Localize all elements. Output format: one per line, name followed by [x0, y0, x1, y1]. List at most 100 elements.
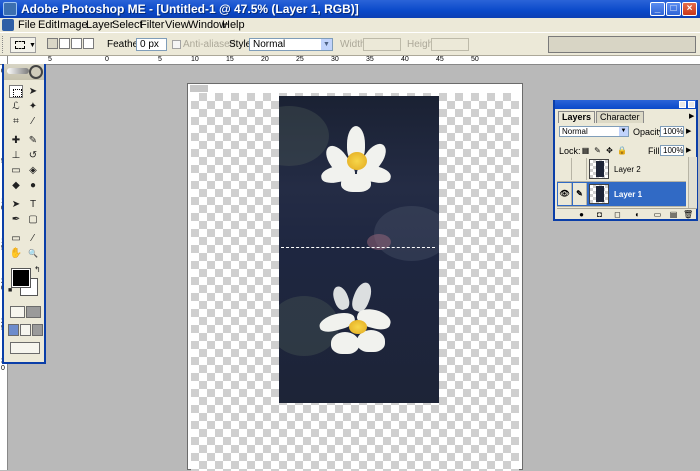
eyedropper-tool[interactable]: ⁄: [26, 232, 40, 245]
flower-center: [349, 320, 367, 334]
feather-input[interactable]: 0 px: [136, 38, 167, 51]
swap-colors-icon[interactable]: ↰: [34, 265, 41, 274]
brush-icon[interactable]: ✎: [573, 183, 587, 205]
standard-screen-mode-button[interactable]: [8, 324, 19, 336]
layers-scrollbar[interactable]: [688, 157, 697, 208]
path-selection-tool[interactable]: ➤: [9, 198, 23, 211]
lock-position-icon[interactable]: ✥: [605, 146, 614, 155]
flower-petal: [341, 174, 371, 192]
notes-tool[interactable]: ▭: [9, 232, 23, 245]
tab-layers[interactable]: Layers: [558, 111, 596, 123]
clone-stamp-tool[interactable]: ⊥: [9, 149, 23, 162]
blend-mode-select[interactable]: Normal ▼: [559, 126, 629, 137]
brush-tool[interactable]: ✎: [26, 134, 40, 147]
toolbox-header[interactable]: [4, 64, 44, 80]
healing-brush-tool[interactable]: ✚: [9, 134, 23, 147]
foreground-color-swatch[interactable]: [11, 268, 31, 288]
layer-row-layer-2[interactable]: Layer 2: [557, 157, 686, 182]
zoom-tool[interactable]: 🔍: [26, 247, 40, 260]
pen-tool[interactable]: ✒: [9, 213, 23, 226]
panel-menu-arrow-icon[interactable]: ▶: [689, 112, 694, 120]
layer-row-layer-1[interactable]: 👁 ✎ Layer 1: [557, 182, 686, 207]
layer-name[interactable]: Layer 1: [614, 190, 642, 200]
adjustment-layer-icon[interactable]: ◐: [633, 210, 642, 219]
layer-name[interactable]: Layer 2: [614, 165, 641, 175]
magic-wand-tool[interactable]: ✦: [26, 100, 40, 113]
slice-tool[interactable]: ⁄: [26, 115, 40, 128]
menu-file[interactable]: File: [16, 18, 38, 32]
move-tool[interactable]: ➤: [26, 85, 40, 98]
hand-tool[interactable]: ✋: [9, 247, 23, 260]
full-screen-mode-button[interactable]: [32, 324, 43, 336]
standard-mode-button[interactable]: [10, 306, 25, 318]
default-colors-icon[interactable]: ■: [8, 287, 12, 294]
quick-mask-button[interactable]: [26, 306, 41, 318]
trash-icon[interactable]: 🗑: [683, 210, 693, 219]
new-layer-icon[interactable]: ▭: [653, 210, 662, 219]
layer-style-icon[interactable]: ●: [577, 210, 586, 219]
new-layer-icon[interactable]: ▤: [669, 210, 678, 219]
blur-tool[interactable]: ◆: [9, 179, 23, 192]
opacity-slider-arrow-icon[interactable]: ▶: [686, 127, 691, 135]
ruler-label: 30: [331, 56, 339, 63]
lasso-tool[interactable]: ℒ: [9, 100, 23, 113]
width-input[interactable]: [363, 38, 401, 51]
history-brush-tool[interactable]: ↺: [26, 149, 40, 162]
antialias-checkbox[interactable]: [172, 40, 181, 49]
toolbox-panel: ➤ ℒ ✦ ⌗ ⁄ ✚ ✎ ⊥ ↺ ▭ ◈ ◆ ● ➤ T ✒ ▢ ▭ ⁄ ✋ …: [2, 64, 46, 364]
lock-transparency-icon[interactable]: ▦: [581, 146, 590, 155]
lock-image-icon[interactable]: ✎: [593, 146, 602, 155]
layer-link-toggle[interactable]: [573, 158, 587, 180]
eraser-tool[interactable]: ▭: [9, 164, 23, 177]
close-button[interactable]: ×: [682, 2, 697, 16]
type-tool[interactable]: T: [26, 198, 40, 211]
opacity-input[interactable]: 100%: [660, 126, 684, 137]
ruler-label: 50: [471, 56, 479, 63]
marquee-tool[interactable]: [9, 85, 23, 98]
new-set-icon[interactable]: ◻: [613, 210, 622, 219]
photoshop-app-icon[interactable]: [3, 2, 17, 16]
layer-visibility-toggle[interactable]: [558, 158, 572, 180]
eye-icon[interactable]: 👁: [558, 183, 572, 205]
height-input[interactable]: [431, 38, 469, 51]
dodge-tool[interactable]: ●: [26, 179, 40, 192]
shape-tool[interactable]: ▢: [26, 213, 40, 226]
ruler-label: 35: [366, 56, 374, 63]
paint-bucket-tool[interactable]: ◈: [26, 164, 40, 177]
ruler-label: 25: [296, 56, 304, 63]
layers-panel-titlebar[interactable]: [555, 100, 696, 109]
layer-mask-icon[interactable]: ◘: [595, 210, 604, 219]
full-screen-menu-mode-button[interactable]: [20, 324, 31, 336]
maximize-button[interactable]: □: [666, 2, 681, 16]
options-grip[interactable]: [2, 36, 6, 53]
blend-mode-value: Normal: [562, 127, 588, 136]
lily-pad: [374, 206, 439, 261]
subtract-selection-button[interactable]: [71, 38, 82, 49]
style-select[interactable]: Normal ▼: [249, 38, 333, 51]
jump-to-imageready-button[interactable]: [10, 342, 40, 354]
close-panel-icon[interactable]: [688, 101, 695, 108]
add-selection-button[interactable]: [59, 38, 70, 49]
minimize-panel-icon[interactable]: [679, 101, 686, 108]
lock-all-icon[interactable]: 🔒: [617, 146, 627, 155]
antialias-label: Anti-aliased: [183, 39, 236, 50]
layer-image[interactable]: [279, 96, 439, 403]
horizontal-ruler[interactable]: 5 0 5 10 15 20 25 30 35 40 45 50: [8, 56, 700, 65]
window-title: Adobe Photoshop ME - [Untitled-1 @ 47.5%…: [21, 2, 359, 16]
new-selection-button[interactable]: [47, 38, 58, 49]
document-icon[interactable]: [2, 19, 14, 31]
palette-well[interactable]: [548, 36, 696, 53]
marquee-selection[interactable]: [281, 247, 435, 248]
tool-preset-picker[interactable]: ▼: [10, 37, 36, 53]
tab-character[interactable]: Character: [596, 111, 644, 123]
intersect-selection-button[interactable]: [83, 38, 94, 49]
crop-tool[interactable]: ⌗: [9, 115, 23, 128]
menu-help[interactable]: Help: [220, 18, 247, 32]
fill-slider-arrow-icon[interactable]: ▶: [686, 146, 691, 154]
minimize-button[interactable]: _: [650, 2, 665, 16]
ruler-label: 20: [261, 56, 269, 63]
ruler-label: 15: [226, 56, 234, 63]
document-window-controls[interactable]: [190, 85, 208, 92]
fill-input[interactable]: 100%: [660, 145, 684, 156]
eye-logo-icon: [29, 65, 43, 79]
